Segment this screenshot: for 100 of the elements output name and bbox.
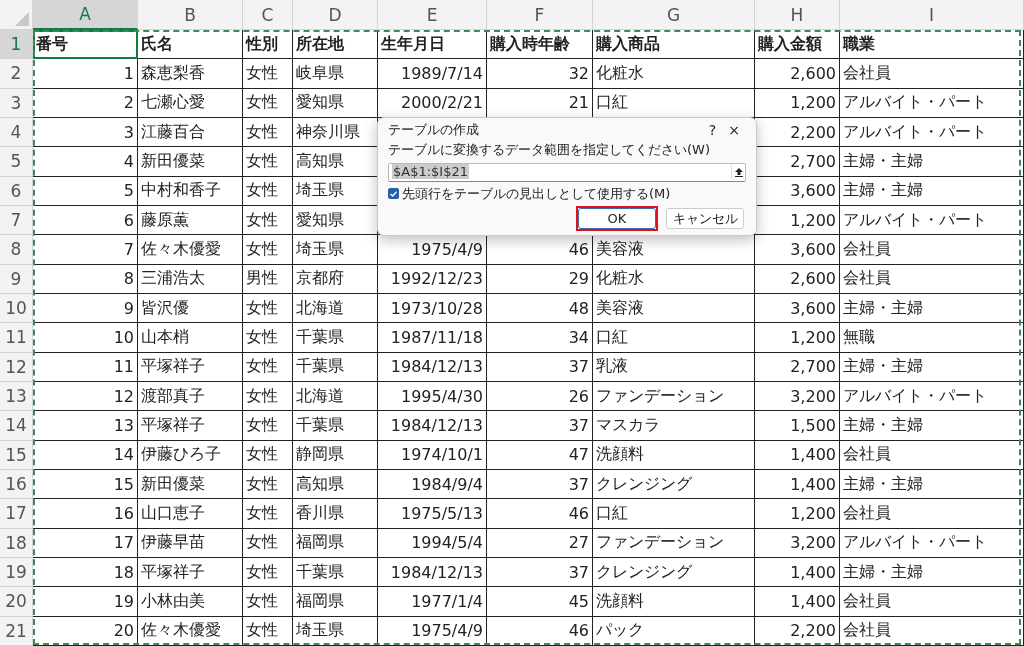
table-cell: 愛知県 [296,209,344,231]
row-header[interactable]: 20 [0,587,33,617]
row-header[interactable]: 9 [0,264,33,294]
column-heading: 購入時年齢 [490,33,570,55]
column-header[interactable]: F [487,0,593,30]
table-cell: 女性 [246,385,278,407]
column-header[interactable]: I [840,0,1024,30]
table-cell: 女性 [246,63,278,84]
header-checkbox[interactable] [388,188,399,200]
table-cell: 洗顔料 [596,591,644,612]
table-cell: 化粧水 [596,63,644,84]
row-header[interactable]: 6 [0,176,33,206]
table-cell: 女性 [246,151,278,172]
cancel-button[interactable]: キャンセル [666,208,744,229]
table-cell: 2 [123,93,134,113]
table-cell: 福岡県 [296,532,344,554]
row-header[interactable]: 13 [0,382,33,412]
column-header[interactable]: E [378,0,487,30]
table-cell: 1989/7/14 [400,64,483,83]
row-header[interactable]: 3 [0,88,33,118]
help-button[interactable]: ? [702,122,723,139]
column-header[interactable]: G [593,0,755,30]
row-header[interactable]: 5 [0,147,33,177]
row-header[interactable]: 17 [0,499,33,529]
table-cell: パック [596,620,644,642]
table-cell: 2,700 [790,152,836,171]
table-cell: 1 [123,64,134,83]
row-header[interactable]: 14 [0,411,33,441]
dialog-title: テーブルの作成 [388,122,480,139]
table-cell: 主婦・主婦 [843,356,923,378]
table-cell: 静岡県 [296,444,344,466]
table-cell: 森恵梨香 [141,63,205,84]
table-cell: 口紅 [596,92,628,114]
range-prompt: テーブルに変換するデータ範囲を指定してください(W) [388,142,710,159]
table-cell: 女性 [246,297,278,319]
table-cell: 女性 [246,532,278,554]
table-cell: 主婦・主婦 [843,415,923,436]
column-header[interactable]: D [293,0,378,30]
table-cell: 会社員 [843,591,891,612]
ok-button[interactable]: OK [578,208,656,229]
table-cell: 1984/12/13 [390,357,483,377]
column-heading: 購入金額 [758,33,822,55]
row-header[interactable]: 21 [0,616,33,646]
table-cell: 6 [123,210,134,230]
table-cell: 1984/12/13 [390,416,483,435]
column-header[interactable]: B [138,0,243,30]
row-header[interactable]: 1 [0,30,33,60]
table-cell: 渡部真子 [141,385,205,407]
table-cell: クレンジング [596,473,692,495]
table-cell: 32 [568,64,589,83]
row-header[interactable]: 8 [0,235,33,265]
table-cell: 1,200 [790,93,836,113]
table-cell: 佐々木優愛 [141,239,221,260]
table-cell: マスカラ [596,415,660,436]
table-cell: 主婦・主婦 [843,473,923,495]
row-header[interactable]: 4 [0,118,33,148]
table-cell: 藤原薫 [141,209,189,231]
row-header[interactable]: 12 [0,352,33,382]
table-cell: 千葉県 [296,356,344,378]
table-cell: 新田優菜 [141,473,205,495]
row-header[interactable]: 15 [0,440,33,470]
table-cell: 2000/2/21 [400,93,483,113]
table-cell: 46 [568,621,589,641]
table-cell: 北海道 [296,385,344,407]
table-cell: 26 [568,386,589,406]
table-cell: 21 [568,93,589,113]
row-header[interactable]: 7 [0,206,33,236]
column-header[interactable]: A [33,0,138,30]
table-cell: 伊藤早苗 [141,532,205,554]
table-cell: 小林由美 [141,591,205,612]
table-cell: 洗顔料 [596,444,644,466]
table-cell: 高知県 [296,151,344,172]
table-cell: 主婦・主婦 [843,180,923,202]
column-header[interactable]: C [243,0,293,30]
table-cell: 女性 [246,561,278,583]
table-cell: 女性 [246,591,278,612]
table-cell: 会社員 [843,63,891,84]
row-header[interactable]: 19 [0,558,33,588]
row-header[interactable]: 18 [0,528,33,558]
table-cell: 伊藤ひろ子 [141,444,221,466]
row-header[interactable]: 10 [0,294,33,324]
column-heading: 職業 [843,33,875,55]
column-header[interactable]: H [755,0,840,30]
row-header[interactable]: 2 [0,59,33,89]
table-cell: 2,200 [790,621,836,641]
table-cell: 平塚祥子 [141,415,205,436]
table-cell: 5 [123,181,134,201]
table-cell: 46 [568,504,589,523]
close-button[interactable]: × [722,122,746,139]
row-header[interactable]: 16 [0,470,33,500]
collapse-dialog-button[interactable] [731,165,745,180]
range-field[interactable]: $A$1:$I$21 [388,162,746,182]
table-cell: 女性 [246,239,278,260]
table-cell: 13 [113,416,134,435]
table-cell: 1,400 [790,474,836,494]
table-cell: アルバイト・パート [843,92,987,114]
table-cell: 新田優菜 [141,151,205,172]
table-cell: 1,400 [790,562,836,582]
table-cell: 主婦・主婦 [843,561,923,583]
row-header[interactable]: 11 [0,323,33,353]
